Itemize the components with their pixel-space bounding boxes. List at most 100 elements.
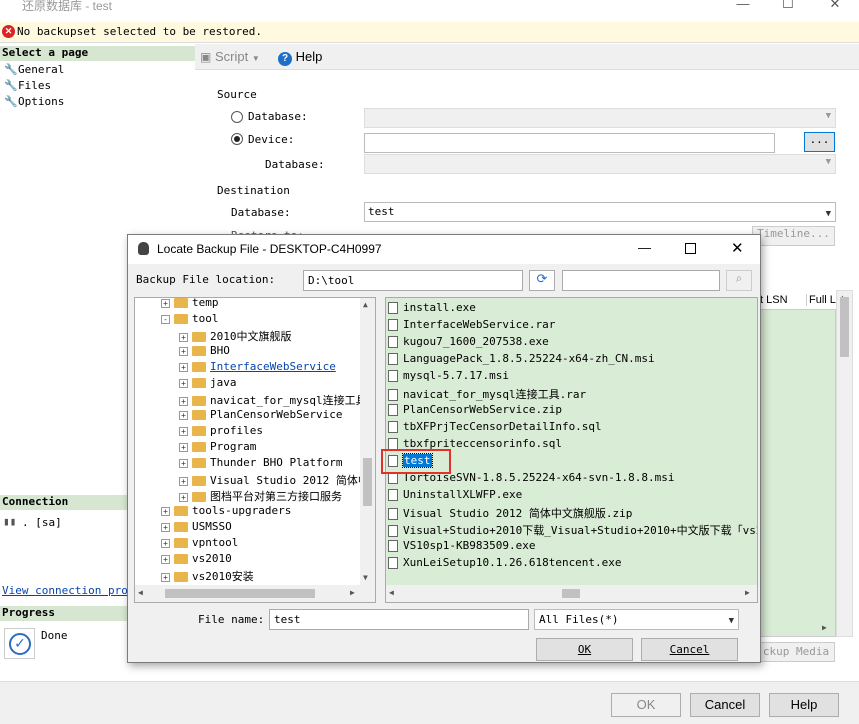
expand-icon[interactable]: + <box>179 332 188 342</box>
expand-icon[interactable]: + <box>179 492 188 502</box>
tree-folder-item[interactable]: + temp <box>161 298 219 312</box>
grid-col-last-lsn[interactable]: t LSN <box>760 294 788 306</box>
dialog-minimize-icon[interactable]: — <box>638 240 651 255</box>
timeline-button[interactable]: Timeline... <box>752 226 835 246</box>
expand-icon[interactable]: + <box>161 572 170 582</box>
tree-folder-item[interactable]: + profiles <box>179 424 263 440</box>
tree-folder-item[interactable]: + PlanCensorWebService <box>179 408 342 424</box>
file-list-item[interactable]: tbXFPrjTecCensorDetailInfo.sql <box>388 420 602 437</box>
destination-database-combo[interactable]: test ▼ <box>364 202 836 222</box>
source-device-radio[interactable] <box>231 133 243 145</box>
close-icon[interactable]: ✕ <box>825 0 845 12</box>
connection-text: . [sa] <box>22 516 62 529</box>
help-button[interactable]: ? Help <box>278 49 322 66</box>
expand-icon[interactable]: + <box>161 538 170 548</box>
file-list-item[interactable]: mysql-5.7.17.msi <box>388 369 509 386</box>
main-ok-button[interactable]: OK <box>611 693 681 717</box>
tree-folder-item[interactable]: + vpntool <box>161 536 238 552</box>
folder-tree[interactable]: + temp - tool +2010中文旗舰版 + BHO + InterfaceWebSer… <box>134 297 376 603</box>
tree-folder-item[interactable]: + BHO <box>179 344 230 360</box>
search-button[interactable]: ⌕ <box>726 270 752 291</box>
tree-folder-item[interactable]: + vs2010安装 <box>161 568 254 584</box>
expand-icon[interactable]: + <box>161 506 170 516</box>
file-list-item[interactable]: Visual Studio 2012 简体中文旗舰版.zip <box>388 505 632 522</box>
file-list-item[interactable]: LanguagePack_1.8.5.25224-x64-zh_CN.msi <box>388 352 655 369</box>
expand-icon[interactable]: + <box>179 410 188 420</box>
collapse-icon[interactable]: - <box>161 314 170 324</box>
location-field[interactable]: D:\tool <box>303 270 523 291</box>
device-path-field[interactable] <box>364 133 775 153</box>
folder-icon <box>192 426 206 436</box>
file-filter-combo[interactable]: All Files(*) ▼ <box>534 609 739 630</box>
device-browse-button[interactable]: ... <box>804 132 835 152</box>
tree-folder-item[interactable]: + USMSSO <box>161 520 232 536</box>
source-database-radio[interactable] <box>231 111 243 123</box>
tree-folder-item[interactable]: + Thunder BHO Platform <box>179 456 342 472</box>
file-name: LanguagePack_1.8.5.25224-x64-zh_CN.msi <box>403 352 655 365</box>
expand-icon[interactable]: + <box>179 346 188 356</box>
expand-icon[interactable]: + <box>179 458 188 468</box>
grid-vscrollbar[interactable]: ▲ <box>836 290 853 637</box>
tree-folder-item[interactable]: +2010中文旗舰版 <box>179 328 292 344</box>
tree-folder-item[interactable]: + 图档平台对第三方接口服务 <box>179 488 342 504</box>
file-list-item[interactable]: VS10sp1-KB983509.exe <box>388 539 535 556</box>
dialog-cancel-button[interactable]: Cancel <box>641 638 738 661</box>
file-list-item[interactable]: install.exe <box>388 301 476 318</box>
tree-folder-item[interactable]: + Visual Studio 2012 简体中 <box>179 472 369 488</box>
expand-icon[interactable]: + <box>179 396 188 406</box>
view-connection-link[interactable]: View connection prope <box>2 584 127 597</box>
tree-hscrollbar[interactable]: ◀ ▶ <box>135 585 375 602</box>
tree-folder-label: tool <box>192 312 219 325</box>
tree-folder-item[interactable]: + navicat_for_mysql连接工具 <box>179 392 367 408</box>
file-list-item[interactable]: InterfaceWebService.rar <box>388 318 555 335</box>
expand-icon[interactable]: + <box>179 442 188 452</box>
dialog-ok-button[interactable]: OK <box>536 638 633 661</box>
page-files[interactable]: 🔧Files <box>4 79 51 92</box>
scroll-right-icon[interactable]: ▶ <box>822 623 827 632</box>
expand-icon[interactable]: + <box>179 426 188 436</box>
script-button[interactable]: ▣ Script ▼ <box>200 49 260 64</box>
verify-backup-media-button[interactable]: ckup Media <box>757 642 835 662</box>
maximize-icon[interactable]: ☐ <box>778 0 798 12</box>
tree-folder-item[interactable]: + Program <box>179 440 256 456</box>
expand-icon[interactable]: + <box>161 554 170 564</box>
search-input[interactable] <box>562 270 720 291</box>
file-hscrollbar[interactable]: ◀ ▶ <box>386 585 757 602</box>
expand-icon[interactable]: + <box>179 378 188 388</box>
expand-icon[interactable]: + <box>161 522 170 532</box>
file-list-item[interactable]: XunLeiSetup10.1.26.618tencent.exe <box>388 556 622 573</box>
expand-icon[interactable]: + <box>161 298 170 308</box>
tree-folder-label: Program <box>210 440 257 453</box>
page-options[interactable]: 🔧Options <box>4 95 64 108</box>
expand-icon[interactable]: + <box>179 476 188 486</box>
minimize-icon[interactable]: — <box>733 0 753 12</box>
tree-folder-item[interactable]: + vs2010 <box>161 552 232 568</box>
file-list-item[interactable]: Visual+Studio+2010下载_Visual+Studio+2010+… <box>388 522 757 539</box>
wrench-icon: 🔧 <box>4 95 18 108</box>
file-icon <box>388 389 398 401</box>
file-list-item[interactable]: kugou7_1600_207538.exe <box>388 335 549 352</box>
file-list-item[interactable]: UninstallXLWFP.exe <box>388 488 522 505</box>
file-name-field[interactable]: test <box>269 609 529 630</box>
file-list-item[interactable]: navicat_for_mysql连接工具.rar <box>388 386 586 403</box>
tree-folder-item[interactable]: - tool <box>161 312 219 328</box>
source-database-combo[interactable]: ▼ <box>364 108 836 128</box>
page-general[interactable]: 🔧General <box>4 63 64 76</box>
main-cancel-button[interactable]: Cancel <box>690 693 760 717</box>
expand-icon[interactable]: + <box>179 362 188 372</box>
tree-folder-item[interactable]: + java <box>179 376 237 392</box>
tree-folder-item[interactable]: + InterfaceWebService <box>179 360 336 376</box>
tree-folder-label: InterfaceWebService <box>210 360 336 373</box>
dialog-maximize-icon[interactable] <box>685 243 696 254</box>
tree-folder-item[interactable]: + tools-upgraders <box>161 504 291 520</box>
source-device-label: Device: <box>248 133 295 146</box>
folder-icon <box>192 442 206 452</box>
main-help-button[interactable]: Help <box>769 693 839 717</box>
folder-icon <box>174 506 188 516</box>
refresh-button[interactable]: ⟳ <box>529 270 555 291</box>
file-list-item[interactable]: PlanCensorWebService.zip <box>388 403 562 420</box>
dialog-close-icon[interactable]: ✕ <box>731 239 744 257</box>
source-device-database-combo[interactable]: ▼ <box>364 154 836 174</box>
file-name: tbXFPrjTecCensorDetailInfo.sql <box>403 420 602 433</box>
tree-vscrollbar[interactable]: ▲ ▼ <box>360 298 375 585</box>
